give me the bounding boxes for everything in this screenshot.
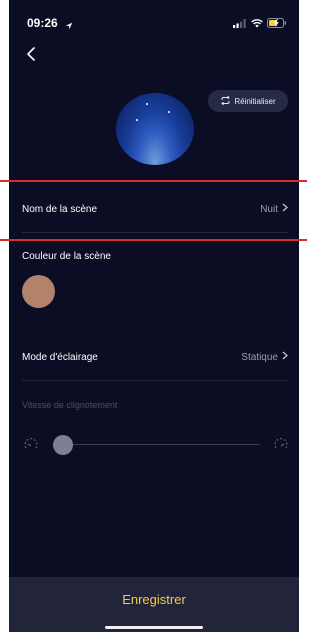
divider <box>22 380 288 381</box>
status-icons <box>233 15 287 33</box>
highlight-line-top <box>0 180 307 182</box>
lighting-mode-value-group: Statique <box>241 351 288 363</box>
lighting-mode-value: Statique <box>241 351 278 363</box>
scene-name-value: Nuit <box>260 203 278 215</box>
slow-speed-icon <box>22 436 40 459</box>
refresh-icon <box>220 95 231 107</box>
highlight-line-bottom <box>0 239 307 241</box>
scene-preview <box>116 93 194 165</box>
slider-thumb[interactable] <box>53 435 73 455</box>
lighting-mode-row[interactable]: Mode d'éclairage Statique <box>22 347 288 367</box>
wifi-icon <box>251 15 263 33</box>
location-arrow-icon <box>65 17 73 35</box>
phone-screen: 09:26 Réinitialiser Nom de la scène Nuit… <box>9 0 299 632</box>
back-button[interactable] <box>19 44 43 68</box>
fast-speed-icon <box>272 436 290 459</box>
battery-icon <box>267 15 287 33</box>
reset-label: Réinitialiser <box>234 96 276 106</box>
chevron-right-icon <box>282 203 288 215</box>
status-time: 09:26 <box>27 16 58 30</box>
status-bar: 09:26 <box>9 0 299 44</box>
slider-track <box>54 444 260 445</box>
blink-speed-slider[interactable] <box>22 433 290 457</box>
scene-color-label: Couleur de la scène <box>22 251 111 262</box>
chevron-left-icon <box>26 46 36 66</box>
home-indicator <box>105 626 203 629</box>
scene-name-value-group: Nuit <box>260 203 288 215</box>
reset-button[interactable]: Réinitialiser <box>208 90 288 112</box>
divider <box>22 232 288 233</box>
scene-color-swatch[interactable] <box>22 275 55 308</box>
scene-name-label: Nom de la scène <box>22 203 98 215</box>
scene-name-row[interactable]: Nom de la scène Nuit <box>22 199 288 219</box>
blink-speed-label: Vitesse de clignotement <box>22 400 118 410</box>
lighting-mode-label: Mode d'éclairage <box>22 351 98 363</box>
save-button[interactable]: Enregistrer <box>9 577 299 621</box>
signal-icon <box>233 15 247 33</box>
footer-bar: Enregistrer <box>9 577 299 632</box>
chevron-right-icon <box>282 351 288 363</box>
